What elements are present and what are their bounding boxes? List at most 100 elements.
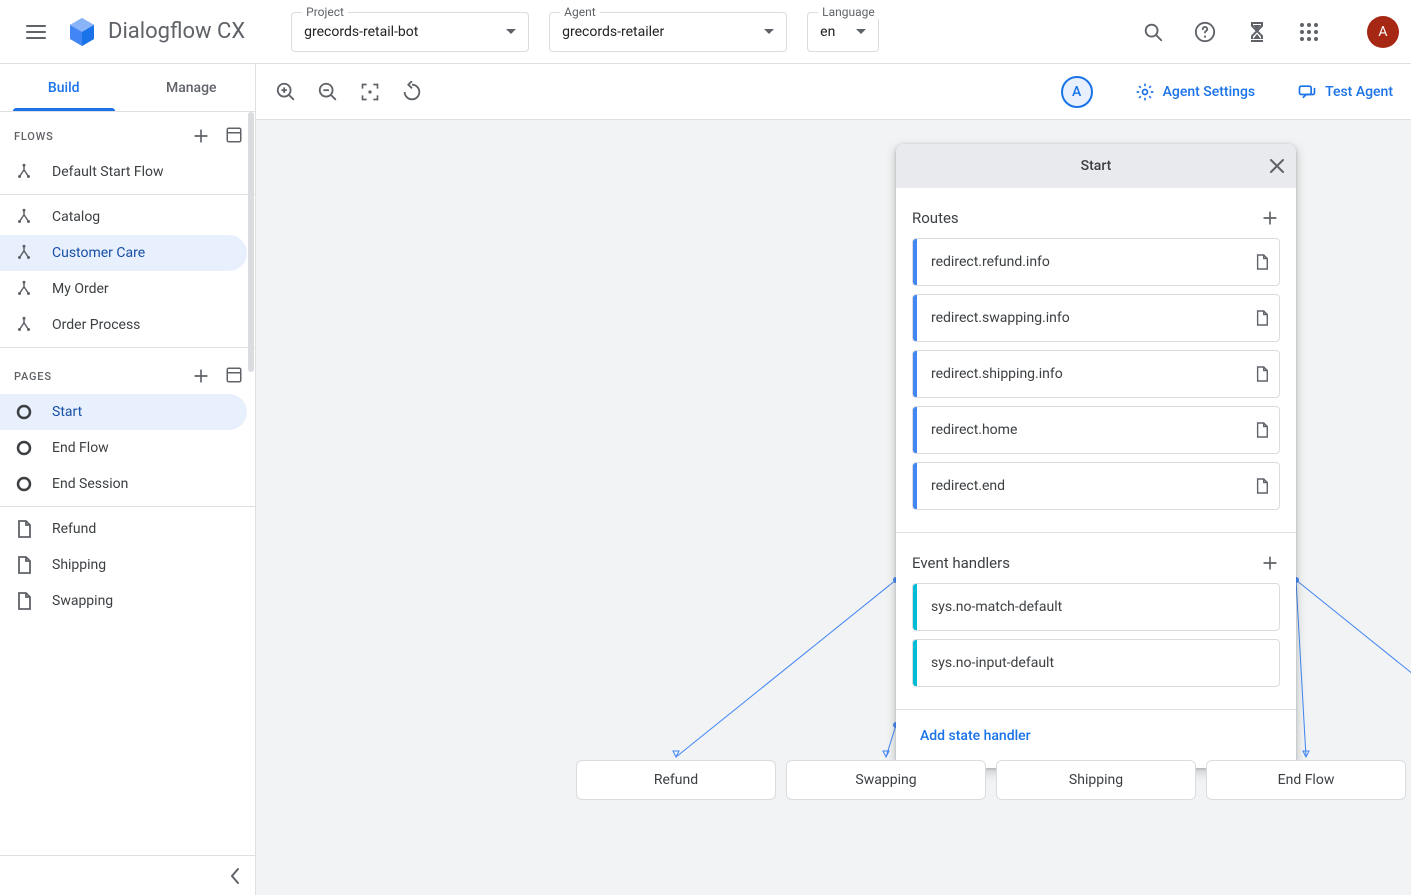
start-page-card[interactable]: Start Routes redirect.refund.info redire…	[896, 144, 1296, 768]
route-item[interactable]: redirect.swapping.info	[912, 294, 1280, 342]
flow-icon	[14, 243, 34, 263]
canvas-area: A Agent Settings Test Agent	[256, 64, 1411, 895]
card-header[interactable]: Start	[896, 144, 1296, 188]
zoom-out-icon[interactable]	[316, 80, 340, 104]
agent-settings-label: Agent Settings	[1163, 84, 1255, 100]
page-icon	[1255, 310, 1269, 326]
header-actions: A	[1141, 16, 1399, 48]
page-icon	[1255, 422, 1269, 438]
hourglass-icon[interactable]	[1245, 20, 1269, 44]
flow-item-label: Catalog	[52, 209, 100, 225]
dropdown-icon	[764, 29, 774, 34]
add-route-icon[interactable]	[1260, 208, 1280, 228]
flow-item-customer-care[interactable]: Customer Care	[0, 235, 247, 271]
agent-avatar-button[interactable]: A	[1061, 76, 1093, 108]
apps-icon[interactable]	[1297, 20, 1321, 44]
zoom-in-icon[interactable]	[274, 80, 298, 104]
route-item[interactable]: redirect.refund.info	[912, 238, 1280, 286]
page-node-shipping[interactable]: Shipping	[996, 760, 1196, 800]
flow-icon	[14, 162, 34, 182]
page-item-label: Start	[52, 404, 82, 420]
page-icon	[1255, 366, 1269, 382]
flows-section-label: FLOWS	[14, 130, 54, 143]
avatar[interactable]: A	[1367, 16, 1399, 48]
page-item-start[interactable]: Start	[0, 394, 247, 430]
sidebar-scrollbar[interactable]	[247, 112, 255, 855]
page-node-swapping[interactable]: Swapping	[786, 760, 986, 800]
flow-item-label: My Order	[52, 281, 109, 297]
flow-icon	[14, 207, 34, 227]
page-item-end-session[interactable]: End Session	[0, 466, 247, 502]
events-section-title: Event handlers	[912, 554, 1010, 572]
language-selector-value: en	[820, 24, 856, 40]
brand: Dialogflow CX	[66, 16, 245, 48]
add-event-icon[interactable]	[1260, 553, 1280, 573]
brand-text: Dialogflow CX	[108, 19, 245, 44]
dropdown-icon	[856, 29, 866, 34]
event-handler-item[interactable]: sys.no-input-default	[912, 639, 1280, 687]
flow-item-catalog[interactable]: Catalog	[0, 199, 247, 235]
sidebar-tabs: Build Manage	[0, 64, 255, 112]
event-handler-item[interactable]: sys.no-match-default	[912, 583, 1280, 631]
close-icon[interactable]	[1268, 157, 1286, 175]
agent-settings-button[interactable]: Agent Settings	[1135, 82, 1255, 102]
route-label: redirect.shipping.info	[917, 366, 1255, 382]
menu-button[interactable]	[12, 8, 60, 56]
sidebar: Build Manage FLOWS Default Start Flow Ca…	[0, 64, 256, 895]
page-node-refund[interactable]: Refund	[576, 760, 776, 800]
card-title: Start	[1081, 158, 1112, 174]
page-icon	[14, 519, 34, 539]
project-selector[interactable]: Project grecords-retail-bot	[291, 12, 529, 52]
test-agent-button[interactable]: Test Agent	[1297, 82, 1393, 102]
flow-item-default-start[interactable]: Default Start Flow	[0, 154, 247, 190]
logo-icon	[66, 16, 98, 48]
circle-icon	[14, 438, 34, 458]
page-item-swapping[interactable]: Swapping	[0, 583, 247, 619]
header: Dialogflow CX Project grecords-retail-bo…	[0, 0, 1411, 64]
fit-view-icon[interactable]	[358, 80, 382, 104]
route-item[interactable]: redirect.end	[912, 462, 1280, 510]
page-item-label: End Flow	[52, 440, 109, 456]
help-icon[interactable]	[1193, 20, 1217, 44]
page-item-end-flow[interactable]: End Flow	[0, 430, 247, 466]
event-label: sys.no-input-default	[917, 655, 1269, 671]
agent-selector[interactable]: Agent grecords-retailer	[549, 12, 787, 52]
flow-item-label: Default Start Flow	[52, 164, 164, 180]
circle-icon	[14, 474, 34, 494]
page-item-shipping[interactable]: Shipping	[0, 547, 247, 583]
flow-icon	[14, 315, 34, 335]
flow-item-order-process[interactable]: Order Process	[0, 307, 247, 343]
tab-manage[interactable]: Manage	[128, 64, 256, 111]
test-agent-label: Test Agent	[1325, 84, 1393, 100]
page-icon	[14, 591, 34, 611]
route-item[interactable]: redirect.home	[912, 406, 1280, 454]
project-selector-value: grecords-retail-bot	[304, 24, 506, 40]
language-selector-label: Language	[818, 5, 879, 19]
flow-item-label: Order Process	[52, 317, 140, 333]
page-item-refund[interactable]: Refund	[0, 511, 247, 547]
route-label: redirect.end	[917, 478, 1255, 494]
circle-icon	[14, 402, 34, 422]
page-icon	[1255, 478, 1269, 494]
route-label: redirect.home	[917, 422, 1255, 438]
routes-section-title: Routes	[912, 209, 959, 227]
flow-item-my-order[interactable]: My Order	[0, 271, 247, 307]
pages-view-icon[interactable]	[225, 366, 243, 386]
flows-view-icon[interactable]	[225, 126, 243, 146]
pages-section-label: PAGES	[14, 370, 52, 383]
dropdown-icon	[506, 29, 516, 34]
tab-build[interactable]: Build	[0, 64, 128, 111]
page-item-label: Swapping	[52, 593, 113, 609]
flow-canvas[interactable]: Start Routes redirect.refund.info redire…	[256, 120, 1411, 895]
route-item[interactable]: redirect.shipping.info	[912, 350, 1280, 398]
route-label: redirect.refund.info	[917, 254, 1255, 270]
language-selector[interactable]: Language en	[807, 12, 879, 52]
reset-icon[interactable]	[400, 80, 424, 104]
add-flow-icon[interactable]	[191, 126, 211, 146]
search-icon[interactable]	[1141, 20, 1165, 44]
sidebar-collapse-button[interactable]	[0, 855, 255, 895]
page-item-label: Refund	[52, 521, 96, 537]
page-node-end-flow[interactable]: End Flow	[1206, 760, 1406, 800]
add-page-icon[interactable]	[191, 366, 211, 386]
page-icon	[1255, 254, 1269, 270]
